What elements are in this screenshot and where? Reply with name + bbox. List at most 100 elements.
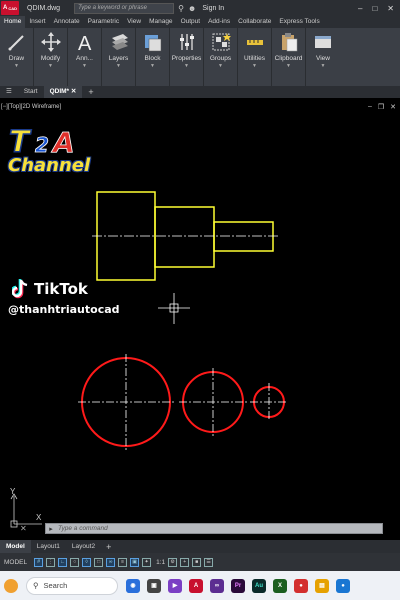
- tab-manage[interactable]: Manage: [145, 16, 177, 28]
- command-input[interactable]: Type a command: [58, 525, 108, 532]
- autocad-logo[interactable]: A CAD: [1, 1, 19, 15]
- logo-letter: A: [2, 5, 8, 11]
- groups-panel-button[interactable]: Groups ▼: [204, 28, 238, 88]
- chevron-down-icon: ▼: [218, 63, 223, 69]
- annotation-scale[interactable]: 1:1: [156, 559, 165, 566]
- lineweight-icon[interactable]: ≡: [118, 557, 128, 567]
- selection-cycling-icon[interactable]: ▣: [130, 557, 140, 567]
- tab-layout1[interactable]: Layout1: [31, 540, 66, 553]
- settings-icon[interactable]: ⚙: [168, 557, 178, 567]
- tab-label: QDIM*: [49, 88, 70, 95]
- plus-icon[interactable]: +: [180, 557, 190, 567]
- tab-add-ins[interactable]: Add-ins: [204, 16, 234, 28]
- crosshair-cursor: [158, 293, 190, 324]
- chevron-down-icon: ▼: [286, 63, 291, 69]
- sign-in-button[interactable]: Sign In: [202, 5, 224, 12]
- tab-parametric[interactable]: Parametric: [84, 16, 123, 28]
- chevron-down-icon: ▼: [14, 63, 19, 69]
- tab-start[interactable]: Start: [18, 86, 44, 98]
- snap-icon[interactable]: ⋮: [46, 557, 56, 567]
- ortho-icon[interactable]: ∟: [58, 557, 68, 567]
- text-icon: A: [74, 31, 96, 53]
- properties-panel-button[interactable]: Properties ▼: [170, 28, 204, 88]
- audition-icon[interactable]: Au: [252, 578, 266, 593]
- block-icon: [142, 31, 164, 53]
- osnap-icon[interactable]: □: [94, 557, 104, 567]
- maximize-icon[interactable]: □: [372, 4, 377, 13]
- chevron-down-icon: ▼: [184, 63, 189, 69]
- new-tab-plus-icon[interactable]: +: [82, 87, 99, 97]
- task-view-icon[interactable]: ▣: [147, 578, 161, 593]
- chevron-down-icon: ▼: [320, 63, 326, 69]
- close-icon[interactable]: ✕: [387, 4, 394, 13]
- tiktok-icon: [12, 279, 28, 299]
- search-input[interactable]: Type a keyword or phrase: [74, 2, 175, 14]
- visual-studio-icon[interactable]: ∞: [210, 578, 224, 593]
- close-icon[interactable]: ✕: [71, 88, 76, 95]
- view-panel-button[interactable]: View ▼: [306, 28, 340, 88]
- layers-icon: [108, 31, 130, 53]
- tab-home[interactable]: Home: [0, 16, 26, 28]
- taskbar-apps: ◉ ▣ ▶ A ∞ Pr Au X ● ▤ ●: [126, 578, 350, 593]
- annotation-visibility-icon[interactable]: ✦: [142, 557, 152, 567]
- panel-label: Draw: [8, 55, 25, 62]
- draw-panel-button[interactable]: Draw ▼: [0, 28, 34, 88]
- autocad-taskbar-icon[interactable]: A: [189, 578, 203, 593]
- excel-icon[interactable]: X: [273, 578, 287, 593]
- tab-output[interactable]: Output: [177, 16, 205, 28]
- minimize-icon[interactable]: –: [358, 4, 362, 13]
- grid-icon[interactable]: #: [34, 557, 44, 567]
- command-line[interactable]: ▸ Type a command: [45, 523, 383, 534]
- layers-panel-button[interactable]: Layers ▼: [102, 28, 136, 88]
- title-bar: A CAD QDIM.dwg Type a keyword or phrase ⚲…: [0, 0, 400, 16]
- add-layout-plus-icon[interactable]: +: [101, 542, 116, 552]
- panel-label: Properties: [171, 55, 202, 62]
- window-controls: – □ ✕: [358, 4, 394, 13]
- file-explorer-icon[interactable]: ▤: [315, 578, 329, 593]
- polar-icon[interactable]: ○: [70, 557, 80, 567]
- pencil-icon: [6, 31, 28, 53]
- panel-label: Modify: [40, 55, 61, 62]
- shaft-middle-section[interactable]: [154, 206, 215, 268]
- shaft-small-section[interactable]: [213, 221, 274, 252]
- customize-menu-icon[interactable]: ☰: [204, 557, 214, 567]
- panel-label: View: [316, 55, 330, 62]
- tab-qdim[interactable]: QDIM* ✕: [43, 86, 83, 98]
- tiktok-label: TikTok: [34, 280, 88, 298]
- annotation-panel-button[interactable]: A Ann... ▼: [68, 28, 102, 88]
- clipboard-panel-button[interactable]: Clipboard ▼: [272, 28, 306, 88]
- command-line-close-icon[interactable]: ✕: [20, 524, 27, 533]
- user-icon[interactable]: ☻: [188, 4, 196, 13]
- groups-icon: [210, 31, 232, 53]
- command-prompt-icon[interactable]: ▸: [46, 525, 56, 533]
- clipboard-icon: [278, 31, 300, 53]
- weather-icon[interactable]: [4, 578, 18, 593]
- utilities-panel-button[interactable]: Utilities ▼: [238, 28, 272, 88]
- tab-annotate[interactable]: Annotate: [50, 16, 84, 28]
- isodraft-icon[interactable]: ◊: [82, 557, 92, 567]
- store-icon[interactable]: ●: [336, 578, 350, 593]
- tab-view[interactable]: View: [123, 16, 145, 28]
- tab-collaborate[interactable]: Collaborate: [234, 16, 275, 28]
- ucs-icon: [10, 493, 42, 528]
- otrack-icon[interactable]: ∞: [106, 557, 116, 567]
- taskbar-search[interactable]: ⚲ Search: [26, 576, 118, 595]
- model-space-toggle[interactable]: MODEL: [4, 559, 27, 566]
- modify-panel-button[interactable]: Modify ▼: [34, 28, 68, 88]
- copilot-icon[interactable]: ◉: [126, 578, 140, 593]
- status-bar: MODEL # ⋮ ∟ ○ ◊ □ ∞ ≡ ▣ ✦ 1:1 ⚙ + ■ ☰: [0, 553, 400, 571]
- recorder-icon[interactable]: ●: [294, 578, 308, 593]
- menu-icon[interactable]: ☰: [0, 86, 18, 98]
- clean-screen-icon[interactable]: ■: [192, 557, 202, 567]
- panel-label: Ann...: [76, 55, 93, 62]
- search-icon[interactable]: ⚲: [178, 4, 184, 13]
- tab-model[interactable]: Model: [0, 540, 31, 553]
- tab-express-tools[interactable]: Express Tools: [275, 16, 323, 28]
- panel-label: Layers: [108, 55, 129, 62]
- tab-insert[interactable]: Insert: [25, 16, 49, 28]
- media-app-icon[interactable]: ▶: [168, 578, 182, 593]
- svg-text:A: A: [78, 33, 92, 52]
- premiere-icon[interactable]: Pr: [231, 578, 245, 593]
- block-panel-button[interactable]: Block ▼: [136, 28, 170, 88]
- tab-layout2[interactable]: Layout2: [66, 540, 101, 553]
